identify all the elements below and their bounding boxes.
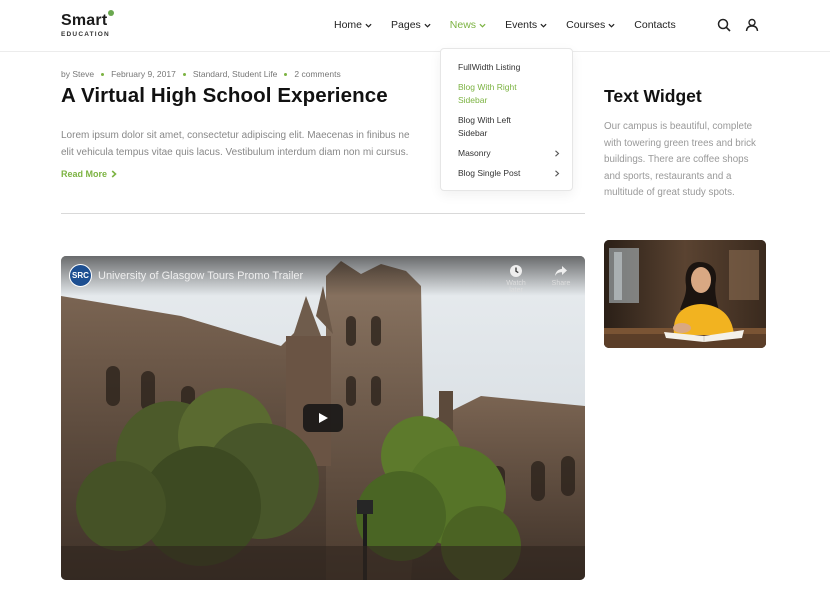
excerpt-line: Lorem ipsum dolor sit amet, consectetur … xyxy=(61,130,410,141)
post-title[interactable]: A Virtual High School Experience xyxy=(61,84,388,108)
post-excerpt: Lorem ipsum dolor sit amet, consectetur … xyxy=(61,127,451,161)
dropdown-item-masonry[interactable]: Masonry xyxy=(441,147,572,160)
post-divider xyxy=(61,213,585,214)
post-date[interactable]: February 9, 2017 xyxy=(111,69,176,79)
search-icon[interactable] xyxy=(717,18,731,32)
post-categories[interactable]: Standard, Student Life xyxy=(193,69,278,79)
nav-label: Pages xyxy=(391,19,421,31)
main-nav: Home Pages News Events Courses Contacts xyxy=(334,19,676,31)
chevron-down-icon xyxy=(540,23,547,28)
chevron-right-icon xyxy=(555,150,560,157)
share-button[interactable]: Share xyxy=(544,264,578,287)
nav-item-news[interactable]: News xyxy=(450,19,486,31)
nav-label: Contacts xyxy=(634,19,676,31)
channel-avatar[interactable]: SRC xyxy=(69,264,92,287)
excerpt-line: elit vehicula tempus vitae quis lacus. V… xyxy=(61,147,409,158)
nav-item-home[interactable]: Home xyxy=(334,19,372,31)
widget-text: Our campus is beautiful, complete with t… xyxy=(604,121,756,199)
dropdown-item-blog-right-sidebar[interactable]: Blog With Right Sidebar xyxy=(441,81,541,107)
logo-dot xyxy=(108,10,115,16)
dropdown-item-label: Masonry xyxy=(458,148,491,158)
chevron-right-icon xyxy=(555,170,560,177)
chevron-down-icon xyxy=(608,23,615,28)
logo-tagline: EDUCATION xyxy=(61,31,110,38)
nav-item-courses[interactable]: Courses xyxy=(566,19,615,31)
widget-title: Text Widget xyxy=(604,86,702,106)
nav-label: Home xyxy=(334,19,363,31)
dropdown-item-fullwidth-listing[interactable]: FullWidth Listing xyxy=(441,61,572,74)
chevron-down-icon xyxy=(365,23,372,28)
share-label: Share xyxy=(551,280,571,287)
site-logo[interactable]: Smart EDUCATION xyxy=(61,10,115,38)
meta-separator-dot xyxy=(101,72,105,76)
watch-later-button[interactable]: Watch later xyxy=(499,264,533,294)
watch-later-label: Watch later xyxy=(506,280,526,294)
logo-name: Smart xyxy=(61,12,108,29)
post-meta: by Steve February 9, 2017 Standard, Stud… xyxy=(61,69,341,79)
student-photo xyxy=(604,240,766,348)
nav-label: Events xyxy=(505,19,538,31)
nav-item-contacts[interactable]: Contacts xyxy=(634,19,675,31)
share-icon xyxy=(555,266,567,276)
play-button[interactable] xyxy=(303,404,343,432)
nav-label: Courses xyxy=(566,19,606,31)
dropdown-item-blog-single-post[interactable]: Blog Single Post xyxy=(441,167,572,180)
nav-item-events[interactable]: Events xyxy=(505,19,547,31)
dropdown-item-label: Blog Single Post xyxy=(458,168,521,178)
chevron-down-icon xyxy=(479,23,486,28)
news-dropdown-menu: FullWidth Listing Blog With Right Sideba… xyxy=(440,48,573,191)
dropdown-item-blog-left-sidebar[interactable]: Blog With Left Sidebar xyxy=(441,114,531,140)
meta-separator-dot xyxy=(182,72,186,76)
play-icon xyxy=(319,413,328,423)
user-icon[interactable] xyxy=(745,18,759,32)
clock-icon xyxy=(510,265,522,277)
chevron-right-icon xyxy=(111,170,117,178)
post-author[interactable]: by Steve xyxy=(61,69,94,79)
video-title[interactable]: University of Glasgow Tours Promo Traile… xyxy=(98,270,303,282)
site-header: Smart EDUCATION Home Pages News Events C… xyxy=(0,0,830,52)
video-player[interactable]: SRC University of Glasgow Tours Promo Tr… xyxy=(61,256,585,580)
read-more-link[interactable]: Read More xyxy=(61,169,117,179)
chevron-down-icon xyxy=(424,23,431,28)
widget-image xyxy=(604,240,766,348)
nav-label: News xyxy=(449,19,477,31)
meta-separator-dot xyxy=(284,72,288,76)
post-comments[interactable]: 2 comments xyxy=(294,69,340,79)
read-more-label: Read More xyxy=(61,169,108,179)
nav-item-pages[interactable]: Pages xyxy=(391,19,431,31)
